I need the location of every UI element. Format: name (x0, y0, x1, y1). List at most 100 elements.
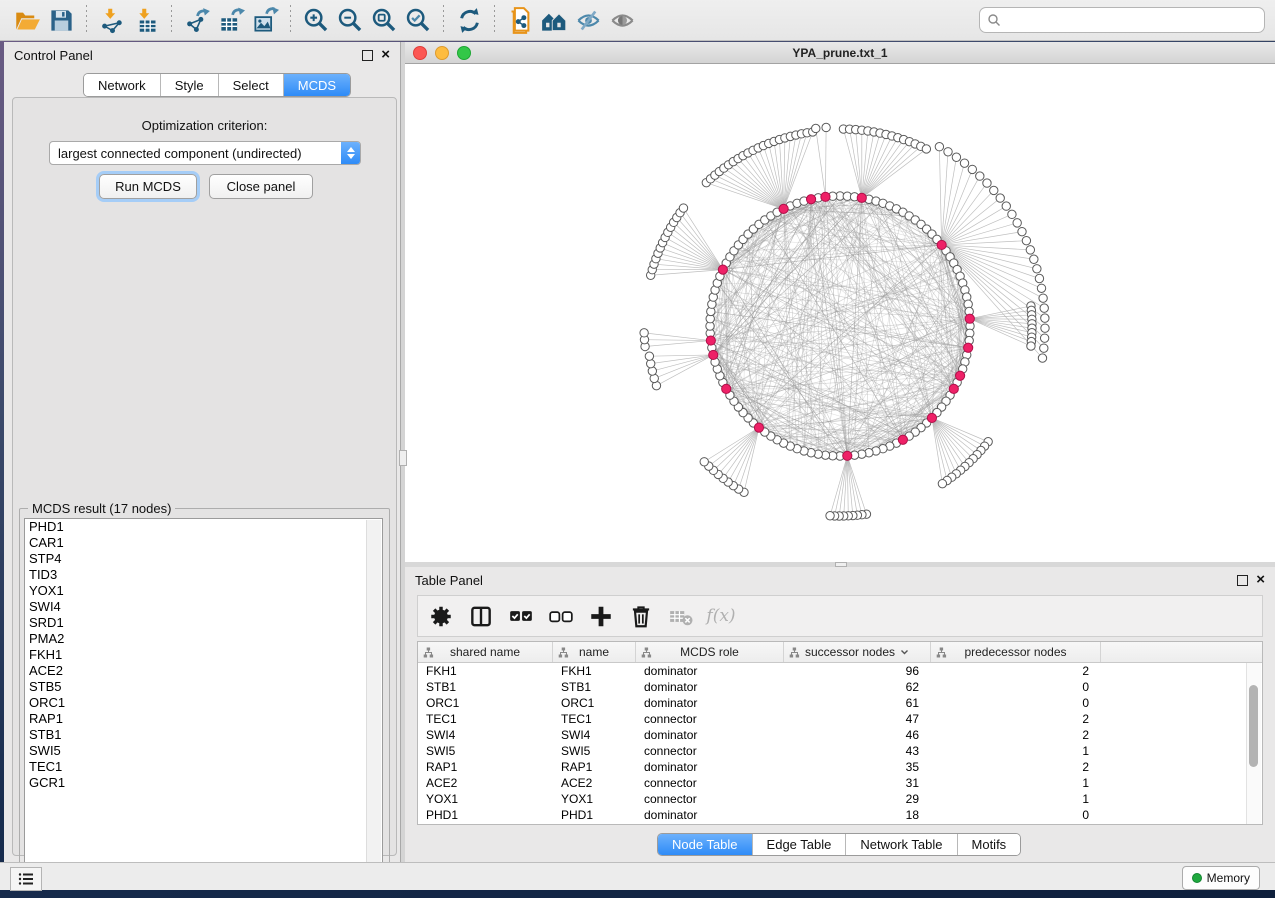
criterion-dropdown[interactable]: largest connected component (undirected) (49, 141, 361, 165)
leaf-node[interactable] (1030, 255, 1038, 263)
mcds-result-item[interactable]: SWI4 (25, 599, 382, 615)
mcds-node[interactable] (843, 451, 852, 460)
table-row[interactable]: SWI4SWI4dominator462 (418, 727, 1262, 743)
mcds-node[interactable] (709, 350, 718, 359)
mcds-node[interactable] (806, 195, 815, 204)
settings-gear-icon[interactable] (428, 603, 454, 629)
refresh-layout-icon[interactable] (452, 4, 486, 36)
leaf-node[interactable] (960, 159, 968, 167)
mcds-result-item[interactable]: STB1 (25, 727, 382, 743)
table-row[interactable]: SWI5SWI5connector431 (418, 743, 1262, 759)
run-mcds-button[interactable]: Run MCDS (99, 174, 197, 199)
leaf-node[interactable] (1037, 284, 1045, 292)
mcds-result-item[interactable]: SRD1 (25, 615, 382, 631)
leaf-node[interactable] (983, 179, 991, 187)
leaf-node[interactable] (826, 512, 834, 520)
import-network-icon[interactable] (95, 4, 129, 36)
tab-edge-table[interactable]: Edge Table (753, 834, 847, 855)
column-header-predecessor-nodes[interactable]: predecessor nodes (931, 642, 1101, 662)
mcds-node[interactable] (937, 240, 946, 249)
mcds-result-item[interactable]: CAR1 (25, 535, 382, 551)
table-row[interactable]: YOX1YOX1connector291 (418, 791, 1262, 807)
tab-style[interactable]: Style (161, 74, 219, 96)
float-panel-icon[interactable] (362, 50, 373, 61)
leaf-node[interactable] (1026, 246, 1034, 254)
show-visual-icon[interactable] (605, 4, 639, 36)
clear-all-checks-icon[interactable] (548, 603, 574, 629)
share-network-icon[interactable] (503, 4, 537, 36)
export-network-icon[interactable] (180, 4, 214, 36)
search-input[interactable] (1001, 9, 1264, 31)
leaf-node[interactable] (1041, 314, 1049, 322)
leaf-node[interactable] (1002, 202, 1010, 210)
mcds-result-item[interactable]: PMA2 (25, 631, 382, 647)
mcds-result-item[interactable]: STP4 (25, 551, 382, 567)
memory-button[interactable]: Memory (1182, 866, 1260, 890)
leaf-node[interactable] (944, 148, 952, 156)
leaf-node[interactable] (1040, 334, 1048, 342)
mcds-node[interactable] (857, 193, 866, 202)
close-panel-icon[interactable]: × (381, 50, 390, 60)
leaf-node[interactable] (1033, 265, 1041, 273)
network-window-titlebar[interactable]: YPA_prune.txt_1 (405, 42, 1275, 64)
table-row[interactable]: STB1STB1dominator620 (418, 679, 1262, 695)
leaf-node[interactable] (1039, 294, 1047, 302)
leaf-node[interactable] (647, 359, 655, 367)
table-row[interactable]: FKH1FKH1dominator962 (418, 663, 1262, 679)
close-table-panel-icon[interactable]: × (1256, 575, 1265, 585)
tab-motifs[interactable]: Motifs (958, 834, 1021, 855)
column-header-name[interactable]: name (553, 642, 636, 662)
add-column-icon[interactable] (588, 603, 614, 629)
leaf-node[interactable] (976, 172, 984, 180)
mcds-node[interactable] (949, 384, 958, 393)
leaf-node[interactable] (996, 194, 1004, 202)
leaf-node[interactable] (1018, 227, 1026, 235)
leaf-node[interactable] (640, 329, 648, 337)
mcds-result-list[interactable]: PHD1CAR1STP4TID3YOX1SWI4SRD1PMA2FKH1ACE2… (24, 518, 383, 873)
table-scrollbar-thumb[interactable] (1249, 685, 1258, 767)
export-table-icon[interactable] (214, 4, 248, 36)
mcds-node[interactable] (718, 265, 727, 274)
network-graph-canvas[interactable] (405, 64, 1275, 563)
leaf-node[interactable] (952, 153, 960, 161)
mcds-node[interactable] (722, 384, 731, 393)
column-header-successor-nodes[interactable]: successor nodes (784, 642, 931, 662)
mcds-result-item[interactable]: GCR1 (25, 775, 382, 791)
mcds-node[interactable] (927, 413, 936, 422)
table-scrollbar[interactable] (1246, 663, 1261, 824)
mcds-result-item[interactable]: RAP1 (25, 711, 382, 727)
mcds-result-item[interactable]: FKH1 (25, 647, 382, 663)
leaf-node[interactable] (1035, 274, 1043, 282)
zoom-in-icon[interactable] (299, 4, 333, 36)
close-panel-button[interactable]: Close panel (209, 174, 313, 199)
mcds-result-item[interactable]: STB5 (25, 679, 382, 695)
mcds-result-item[interactable]: SWI5 (25, 743, 382, 759)
mcds-node[interactable] (898, 435, 907, 444)
zoom-out-icon[interactable] (333, 4, 367, 36)
leaf-node[interactable] (1027, 342, 1035, 350)
leaf-node[interactable] (812, 124, 820, 132)
leaf-node[interactable] (968, 165, 976, 173)
leaf-node[interactable] (645, 352, 653, 360)
leaf-node[interactable] (1008, 210, 1016, 218)
show-columns-icon[interactable] (468, 603, 494, 629)
leaf-node[interactable] (1040, 304, 1048, 312)
table-row[interactable]: PHD1PHD1dominator180 (418, 807, 1262, 823)
table-row[interactable]: ACE2ACE2connector311 (418, 775, 1262, 791)
tab-network-table[interactable]: Network Table (846, 834, 957, 855)
leaf-node[interactable] (1041, 324, 1049, 332)
leaf-node[interactable] (1038, 354, 1046, 362)
mcds-node[interactable] (754, 423, 763, 432)
tab-mcds[interactable]: MCDS (284, 74, 350, 96)
mcds-result-item[interactable]: PHD1 (25, 519, 382, 535)
save-session-icon[interactable] (44, 4, 78, 36)
task-history-button[interactable] (10, 867, 42, 891)
leaf-node[interactable] (935, 143, 943, 151)
column-header-MCDS-role[interactable]: MCDS role (636, 642, 784, 662)
mcds-result-item[interactable]: ACE2 (25, 663, 382, 679)
leaf-node[interactable] (700, 458, 708, 466)
node-table[interactable]: shared namenameMCDS rolesuccessor nodesp… (417, 641, 1263, 825)
mcds-node[interactable] (956, 371, 965, 380)
mcds-node[interactable] (706, 336, 715, 345)
zoom-fit-icon[interactable] (367, 4, 401, 36)
